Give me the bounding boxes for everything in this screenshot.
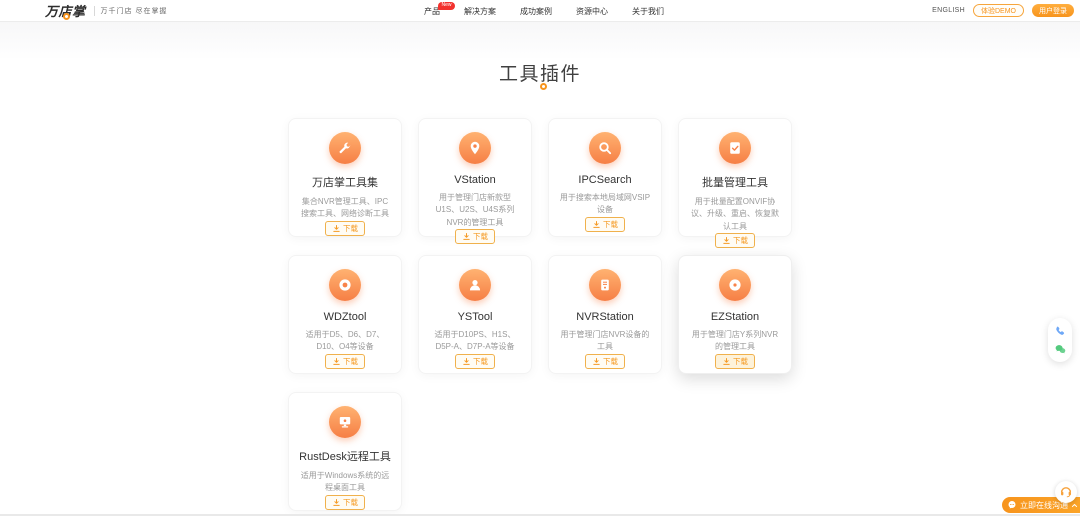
- top-nav-bar: 万店掌 万千门店 尽在掌握 产品 New 解决方案 成功案例 资源中心 关于我们…: [0, 0, 1080, 22]
- download-button[interactable]: 下载: [715, 353, 755, 369]
- tool-title: EZStation: [710, 311, 760, 323]
- tool-description: 用于批量配置ONVIF协议、升级、重启、恢复默认工具: [691, 197, 779, 231]
- tool-card: NVRStation 用于管理门店NVR设备的工具 下载: [548, 255, 662, 374]
- contact-float-widget: [1048, 318, 1072, 362]
- nvr-device-icon: [589, 269, 621, 301]
- monitor-icon: [329, 406, 361, 438]
- language-switch[interactable]: ENGLISH: [932, 7, 965, 14]
- tool-title: 万店掌工具集: [312, 177, 378, 189]
- download-button[interactable]: 下载: [325, 220, 365, 236]
- download-button[interactable]: 下载: [455, 229, 495, 245]
- tool-description: 用于搜索本地局域网VSIP设备: [559, 193, 651, 215]
- tool-title: WDZtool: [323, 311, 367, 323]
- download-button[interactable]: 下载: [325, 494, 365, 510]
- section-title-wrap: 工具插件: [0, 22, 1080, 118]
- wrench-icon: [329, 132, 361, 164]
- brand-logo[interactable]: 万店掌 万千门店 尽在掌握: [45, 1, 167, 20]
- download-button[interactable]: 下载: [455, 353, 495, 369]
- brand-tagline: 万千门店 尽在掌握: [100, 7, 168, 15]
- tool-description: 适用于D10PS、H1S、D5P-A、D7P-A等设备: [434, 330, 516, 352]
- tool-title: YSTool: [457, 311, 493, 323]
- headset-icon[interactable]: [1055, 481, 1077, 503]
- download-arrow-icon: [593, 220, 600, 228]
- page-title: 工具插件: [498, 64, 581, 85]
- lens-icon: [329, 269, 361, 301]
- download-arrow-icon: [333, 357, 340, 365]
- main-nav: 产品 New 解决方案 成功案例 资源中心 关于我们: [424, 0, 664, 22]
- tool-title: NVRStation: [576, 311, 634, 323]
- download-arrow-icon: [723, 237, 730, 245]
- search-icon: [589, 132, 621, 164]
- wechat-icon[interactable]: [1054, 343, 1067, 356]
- tool-card: VStation 用于管理门店新款型U1S、U2S、U4S系列NVR的管理工具 …: [418, 118, 532, 245]
- download-arrow-icon: [593, 357, 600, 365]
- tool-description: 集合NVR管理工具、IPC搜索工具、网络诊断工具: [301, 197, 389, 219]
- download-arrow-icon: [333, 498, 340, 506]
- tool-card: EZStation 用于管理门店Y系列NVR的管理工具 下载: [678, 255, 792, 374]
- collapse-caret-icon[interactable]: [1071, 502, 1078, 509]
- download-button[interactable]: 下载: [715, 233, 755, 249]
- download-button[interactable]: 下载: [585, 353, 625, 369]
- location-camera-icon: [459, 132, 491, 164]
- tool-description: 适用于Windows系统的远程桌面工具: [300, 471, 390, 493]
- demo-button[interactable]: 体验DEMO: [973, 4, 1024, 17]
- logo-ring-icon: [63, 13, 70, 20]
- nav-item-2[interactable]: 解决方案: [464, 6, 496, 17]
- download-button[interactable]: 下载: [325, 353, 365, 369]
- nav-item-4[interactable]: 资源中心: [576, 6, 608, 17]
- person-icon: [459, 269, 491, 301]
- header-actions: ENGLISH 体验DEMO 用户登录: [932, 4, 1074, 17]
- tool-title: 批量管理工具: [702, 177, 768, 189]
- new-badge: New: [437, 1, 455, 10]
- tools-grid: 万店掌工具集 集合NVR管理工具、IPC搜索工具、网络诊断工具 下载 VStat…: [288, 118, 792, 511]
- tool-card: RustDesk远程工具 适用于Windows系统的远程桌面工具 下载: [288, 392, 402, 511]
- nav-item-3[interactable]: 成功案例: [520, 6, 552, 17]
- phone-icon[interactable]: [1054, 325, 1067, 338]
- nav-item-1[interactable]: 产品 New: [424, 1, 455, 17]
- tool-card: IPCSearch 用于搜索本地局域网VSIP设备 下载: [548, 118, 662, 237]
- tool-description: 适用于D5、D6、D7、D10、O4等设备: [305, 330, 385, 352]
- download-arrow-icon: [463, 357, 470, 365]
- tool-card: 批量管理工具 用于批量配置ONVIF协议、升级、重启、恢复默认工具 下载: [678, 118, 792, 249]
- tools-section: 工具插件 万店掌工具集 集合NVR管理工具、IPC搜索工具、网络诊断工具 下载 …: [0, 22, 1080, 516]
- download-arrow-icon: [723, 357, 730, 365]
- login-button[interactable]: 用户登录: [1032, 4, 1074, 17]
- tool-title: RustDesk远程工具: [299, 451, 391, 463]
- tool-title: IPCSearch: [578, 174, 632, 186]
- chat-bubble-icon: [1007, 500, 1017, 510]
- disc-icon: [719, 269, 751, 301]
- tool-title: VStation: [454, 174, 496, 186]
- tool-description: 用于管理门店Y系列NVR的管理工具: [691, 330, 779, 352]
- tool-card: 万店掌工具集 集合NVR管理工具、IPC搜索工具、网络诊断工具 下载: [288, 118, 402, 237]
- tool-card: WDZtool 适用于D5、D6、D7、D10、O4等设备 下载: [288, 255, 402, 374]
- download-button[interactable]: 下载: [585, 216, 625, 232]
- title-ornament-ring-icon: [540, 83, 547, 90]
- nav-item-5[interactable]: 关于我们: [632, 6, 664, 17]
- download-arrow-icon: [333, 224, 340, 232]
- logo-divider: [93, 5, 95, 16]
- checklist-icon: [719, 132, 751, 164]
- download-arrow-icon: [463, 233, 470, 241]
- tool-description: 用于管理门店NVR设备的工具: [560, 330, 650, 352]
- tool-description: 用于管理门店新款型U1S、U2S、U4S系列NVR的管理工具: [435, 193, 515, 227]
- tool-card: YSTool 适用于D10PS、H1S、D5P-A、D7P-A等设备 下载: [418, 255, 532, 374]
